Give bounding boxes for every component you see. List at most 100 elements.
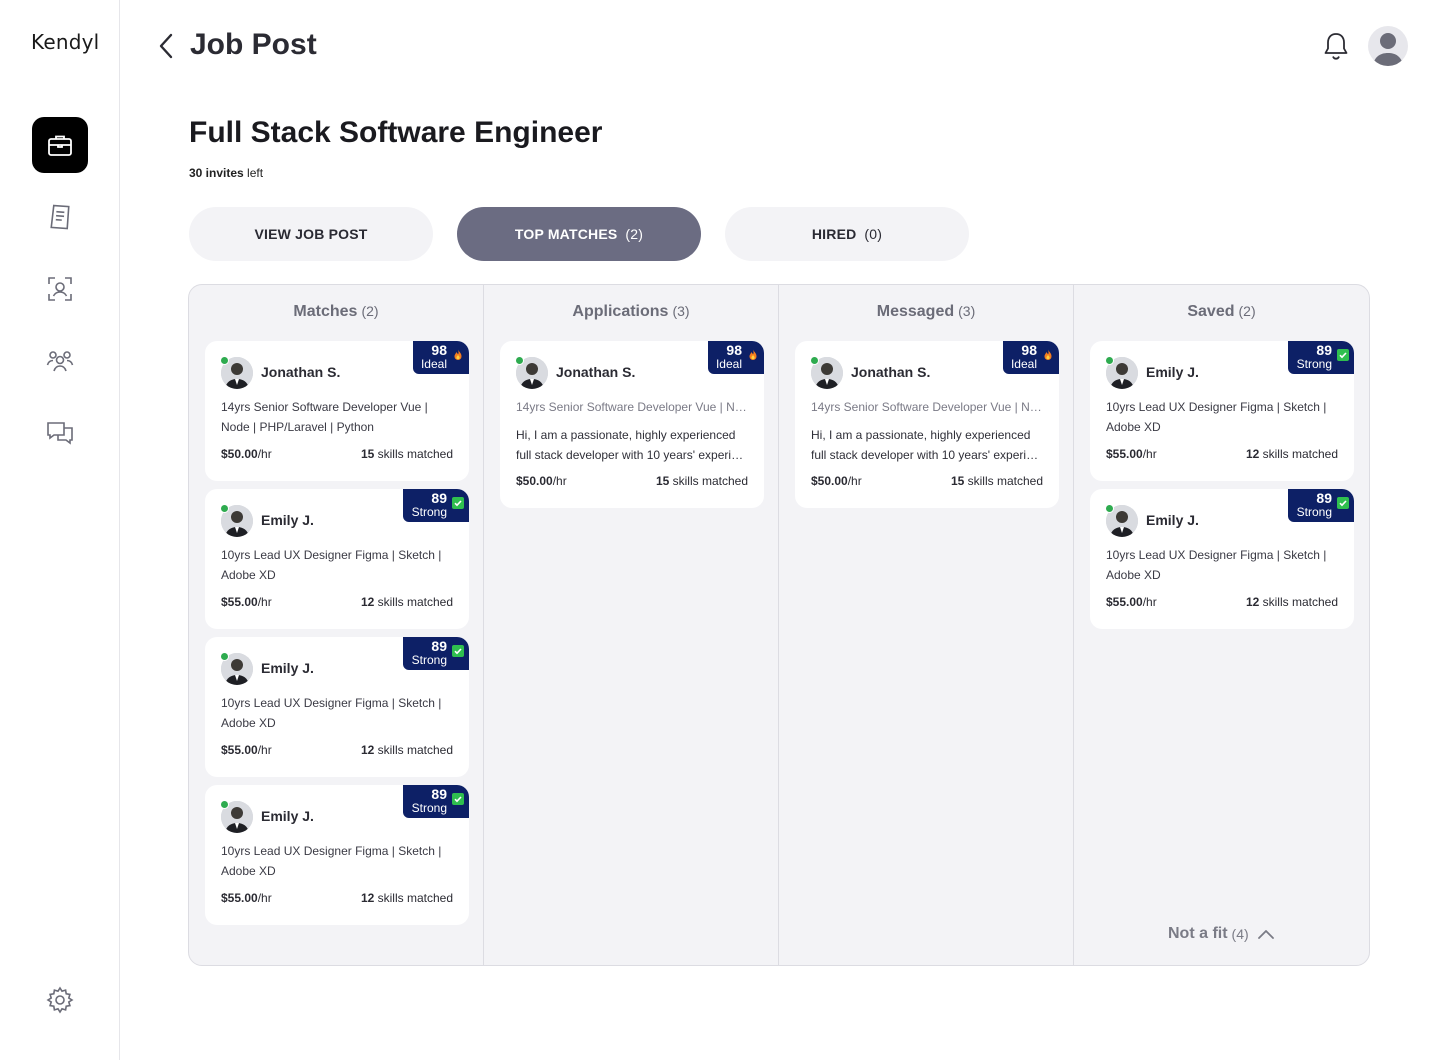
candidate-name: Jonathan S. xyxy=(261,364,341,380)
online-indicator xyxy=(220,800,229,809)
column-header: Matches (2) xyxy=(189,303,483,321)
back-button[interactable] xyxy=(152,30,180,62)
rate-unit: /hr xyxy=(552,474,567,488)
bell-icon[interactable] xyxy=(1320,30,1352,62)
rate-unit: /hr xyxy=(257,743,272,757)
column-header: Applications (3) xyxy=(484,303,778,321)
column-title: Applications xyxy=(572,303,669,320)
candidate-card[interactable]: Jonathan S. 98 Ideal 14yrs Senior Softwa… xyxy=(500,341,764,508)
skills-matched: 15 skills matched xyxy=(656,474,748,488)
nav-messages[interactable] xyxy=(32,405,88,461)
invites-left: 30 invites left xyxy=(189,166,263,180)
check-badge-icon xyxy=(452,645,464,657)
not-a-fit-toggle[interactable]: Not a fit (4) xyxy=(1168,925,1275,943)
candidate-card[interactable]: Emily J. 89 Strong 10yrs Lead UX Designe… xyxy=(1090,341,1354,481)
candidate-card[interactable]: Jonathan S. 98 Ideal 14yrs Senior Softwa… xyxy=(795,341,1059,508)
nav-documents[interactable] xyxy=(32,189,88,245)
rate-unit: /hr xyxy=(257,595,272,609)
user-scan-icon xyxy=(48,277,72,301)
online-indicator xyxy=(1105,504,1114,513)
candidate-card[interactable]: Emily J. 89 Strong 10yrs Lead UX Designe… xyxy=(205,489,469,629)
rate-amount: $50.00 xyxy=(516,474,553,488)
column-messaged: Messaged (3) Jonathan S. 98 Ideal 14yrs S… xyxy=(779,285,1074,965)
intro-line: Hi, I am a passionate, highly experience… xyxy=(516,428,736,442)
chat-icon xyxy=(47,422,73,445)
candidate-headline: 14yrs Senior Software Developer Vue | No… xyxy=(811,400,1045,414)
nav-talent-search[interactable] xyxy=(32,261,88,317)
app-logo[interactable]: Kendyl xyxy=(31,30,99,54)
candidate-card[interactable]: Jonathan S. 98 Ideal 14yrs Senior Softwa… xyxy=(205,341,469,481)
chevron-up-icon xyxy=(1257,930,1274,939)
document-icon xyxy=(50,204,70,230)
skills-matched: 12 skills matched xyxy=(361,743,453,757)
user-silhouette-icon xyxy=(1373,33,1403,66)
tab-top-matches[interactable]: TOP MATCHES (2) xyxy=(457,207,701,261)
header: Job Post xyxy=(120,0,1440,92)
candidate-card[interactable]: Emily J. 89 Strong 10yrs Lead UX Designe… xyxy=(205,785,469,925)
rate-amount: $55.00 xyxy=(1106,595,1143,609)
column-header: Messaged (3) xyxy=(779,303,1073,321)
candidate-headline: 14yrs Senior Software Developer Vue | No… xyxy=(516,400,750,414)
candidate-headline: 14yrs Senior Software Developer Vue | No… xyxy=(221,400,428,434)
candidate-card[interactable]: Emily J. 89 Strong 10yrs Lead UX Designe… xyxy=(205,637,469,777)
candidate-card[interactable]: Emily J. 89 Strong 10yrs Lead UX Designe… xyxy=(1090,489,1354,629)
nav-settings[interactable] xyxy=(32,972,88,1028)
skills-count: 15 xyxy=(950,474,965,488)
rate-unit: /hr xyxy=(257,891,272,905)
match-score: 89 xyxy=(431,638,447,654)
match-score: 89 xyxy=(431,490,447,506)
column-title: Saved xyxy=(1187,303,1235,320)
candidate-name: Emily J. xyxy=(261,512,314,528)
column-count: (2) xyxy=(1238,303,1256,319)
skills-label: skills matched xyxy=(1262,595,1338,609)
column-saved: Saved (2) Emily J. 89 Strong 10yrs Lead U… xyxy=(1074,285,1369,965)
match-score-badge: 98 Ideal xyxy=(413,341,469,374)
hourly-rate: $50.00/hr xyxy=(811,474,862,488)
match-score-badge: 89 Strong xyxy=(403,785,469,818)
match-score: 89 xyxy=(431,786,447,802)
hourly-rate: $55.00/hr xyxy=(1106,595,1157,609)
match-level: Strong xyxy=(1296,505,1332,519)
match-score-badge: 89 Strong xyxy=(403,489,469,522)
nav-jobs[interactable] xyxy=(32,117,88,173)
skills-count: 12 xyxy=(1245,447,1260,461)
intro-line: Hi, I am a passionate, highly experience… xyxy=(811,428,1031,442)
skills-label: skills matched xyxy=(1262,447,1338,461)
candidate-headline: 10yrs Lead UX Designer Figma | Sketch | … xyxy=(221,844,442,878)
candidate-name: Emily J. xyxy=(261,808,314,824)
rate-unit: /hr xyxy=(257,447,272,461)
fire-icon xyxy=(749,349,757,360)
sidebar: Kendyl xyxy=(0,0,120,1060)
match-level: Ideal xyxy=(715,357,742,371)
match-score: 98 xyxy=(1021,342,1037,358)
candidate-headline: 10yrs Lead UX Designer Figma | Sketch | … xyxy=(1106,400,1327,434)
job-title: Full Stack Software Engineer xyxy=(189,116,603,149)
briefcase-icon xyxy=(48,135,72,156)
match-score-badge: 98 Ideal xyxy=(1003,341,1059,374)
skills-label: skills matched xyxy=(377,595,453,609)
online-indicator xyxy=(220,356,229,365)
user-avatar[interactable] xyxy=(1368,26,1408,66)
tab-hired[interactable]: HIRED (0) xyxy=(725,207,969,261)
column-title: Messaged xyxy=(876,303,955,320)
match-score: 98 xyxy=(726,342,742,358)
match-score-badge: 89 Strong xyxy=(1288,489,1354,522)
check-badge-icon xyxy=(1337,349,1349,361)
group-icon xyxy=(46,351,74,372)
tab-label: VIEW JOB POST xyxy=(254,226,368,242)
invites-count: 30 invites xyxy=(189,166,244,180)
not-a-fit-count: (4) xyxy=(1231,926,1249,942)
fire-icon xyxy=(1044,349,1052,360)
skills-label: skills matched xyxy=(967,474,1043,488)
nav-team[interactable] xyxy=(32,333,88,389)
match-score-badge: 89 Strong xyxy=(1288,341,1354,374)
match-level: Strong xyxy=(1296,357,1332,371)
match-level: Ideal xyxy=(1010,357,1037,371)
candidate-name: Emily J. xyxy=(261,660,314,676)
tab-view-job-post[interactable]: VIEW JOB POST xyxy=(189,207,433,261)
column-title: Matches xyxy=(293,303,358,320)
match-score-badge: 89 Strong xyxy=(403,637,469,670)
gear-icon xyxy=(46,986,74,1014)
skills-matched: 12 skills matched xyxy=(1246,595,1338,609)
candidate-name: Emily J. xyxy=(1146,364,1199,380)
